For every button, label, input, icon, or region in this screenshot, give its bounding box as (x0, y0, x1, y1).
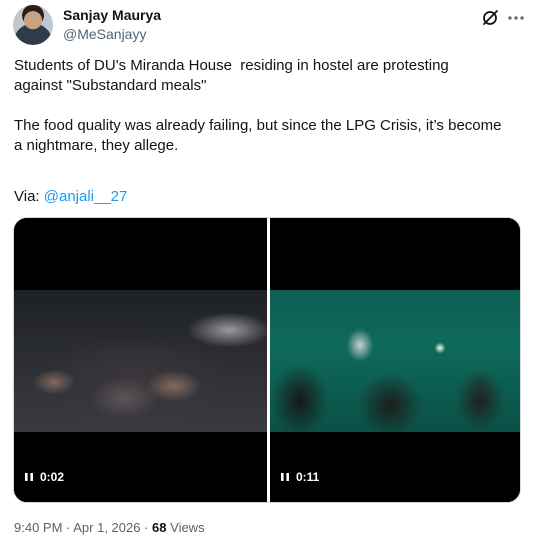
tweet-text: Students of DU's Miranda House residing … (14, 56, 524, 156)
pause-icon[interactable] (24, 472, 34, 482)
video-2-frame (270, 290, 520, 432)
video-1-time: 0:02 (40, 470, 65, 484)
tweet-time[interactable]: 9:40 PM (14, 520, 62, 535)
tweet-paragraph-1: Students of DU's Miranda House residing … (14, 57, 449, 94)
media-grid: 0:02 0:11 (13, 217, 521, 503)
via-mention-link[interactable]: @anjali__27 (44, 188, 128, 205)
pause-icon[interactable] (280, 472, 290, 482)
via-line: Via: @anjali__27 (14, 187, 127, 207)
tweet-paragraph-2: The food quality was already failing, bu… (14, 117, 502, 154)
views-separator: · (140, 520, 153, 535)
grok-icon[interactable] (480, 8, 500, 28)
views-label: Views (166, 520, 205, 535)
more-horizontal-icon[interactable] (506, 8, 526, 28)
video-1-frame (14, 290, 267, 432)
tweet-meta: 9:40 PM · Apr 1, 2026 · 68 Views (14, 519, 205, 537)
author-display-name[interactable]: Sanjay Maurya (63, 6, 161, 25)
author-info: Sanjay Maurya @MeSanjayy (63, 6, 161, 44)
views-count: 68 (152, 520, 167, 535)
video-player-2[interactable]: 0:11 (270, 218, 520, 502)
via-label: Via: (14, 188, 44, 205)
tweet: Sanjay Maurya @MeSanjayy Students of DU'… (0, 0, 539, 543)
video-2-controls[interactable]: 0:11 (280, 470, 319, 484)
video-1-controls[interactable]: 0:02 (24, 470, 64, 484)
tweet-date[interactable]: Apr 1, 2026 (73, 520, 140, 535)
video-player-1[interactable]: 0:02 (14, 218, 267, 502)
video-2-time: 0:11 (296, 470, 320, 484)
avatar[interactable] (13, 5, 53, 45)
author-handle[interactable]: @MeSanjayy (63, 25, 161, 44)
meta-separator: · (62, 520, 74, 535)
